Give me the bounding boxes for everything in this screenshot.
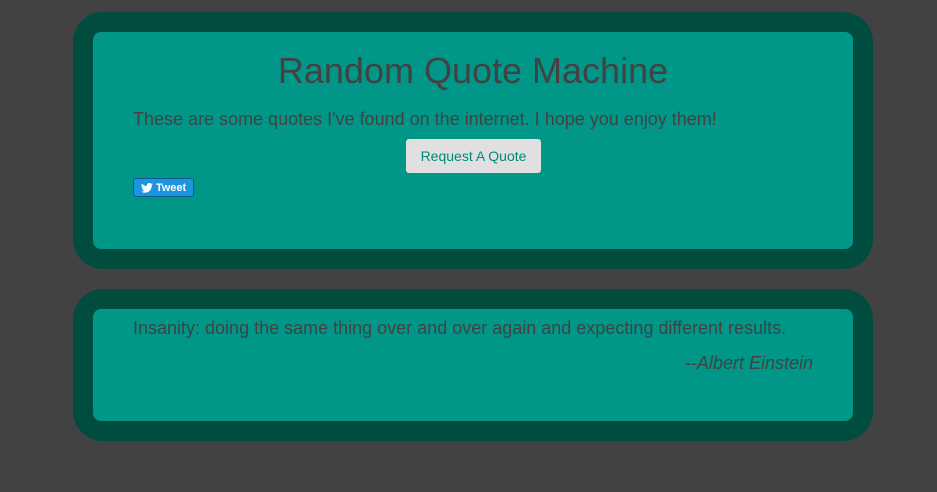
quote-card-frame: Insanity: doing the same thing over and … (73, 289, 873, 441)
intro-text: These are some quotes I've found on the … (133, 109, 717, 129)
header-card: Random Quote Machine These are some quot… (93, 32, 853, 249)
quote-author: --Albert Einstein (684, 353, 813, 373)
header-card-frame: Random Quote Machine These are some quot… (73, 12, 873, 269)
tweet-button-label: Tweet (155, 181, 187, 194)
quote-text: Insanity: doing the same thing over and … (133, 318, 787, 338)
tweet-button[interactable]: Tweet (133, 178, 194, 197)
page-title: Random Quote Machine (277, 50, 669, 91)
request-quote-button[interactable]: Request A Quote (406, 139, 541, 173)
quote-card: Insanity: doing the same thing over and … (93, 309, 853, 421)
twitter-bird-icon (140, 182, 153, 193)
